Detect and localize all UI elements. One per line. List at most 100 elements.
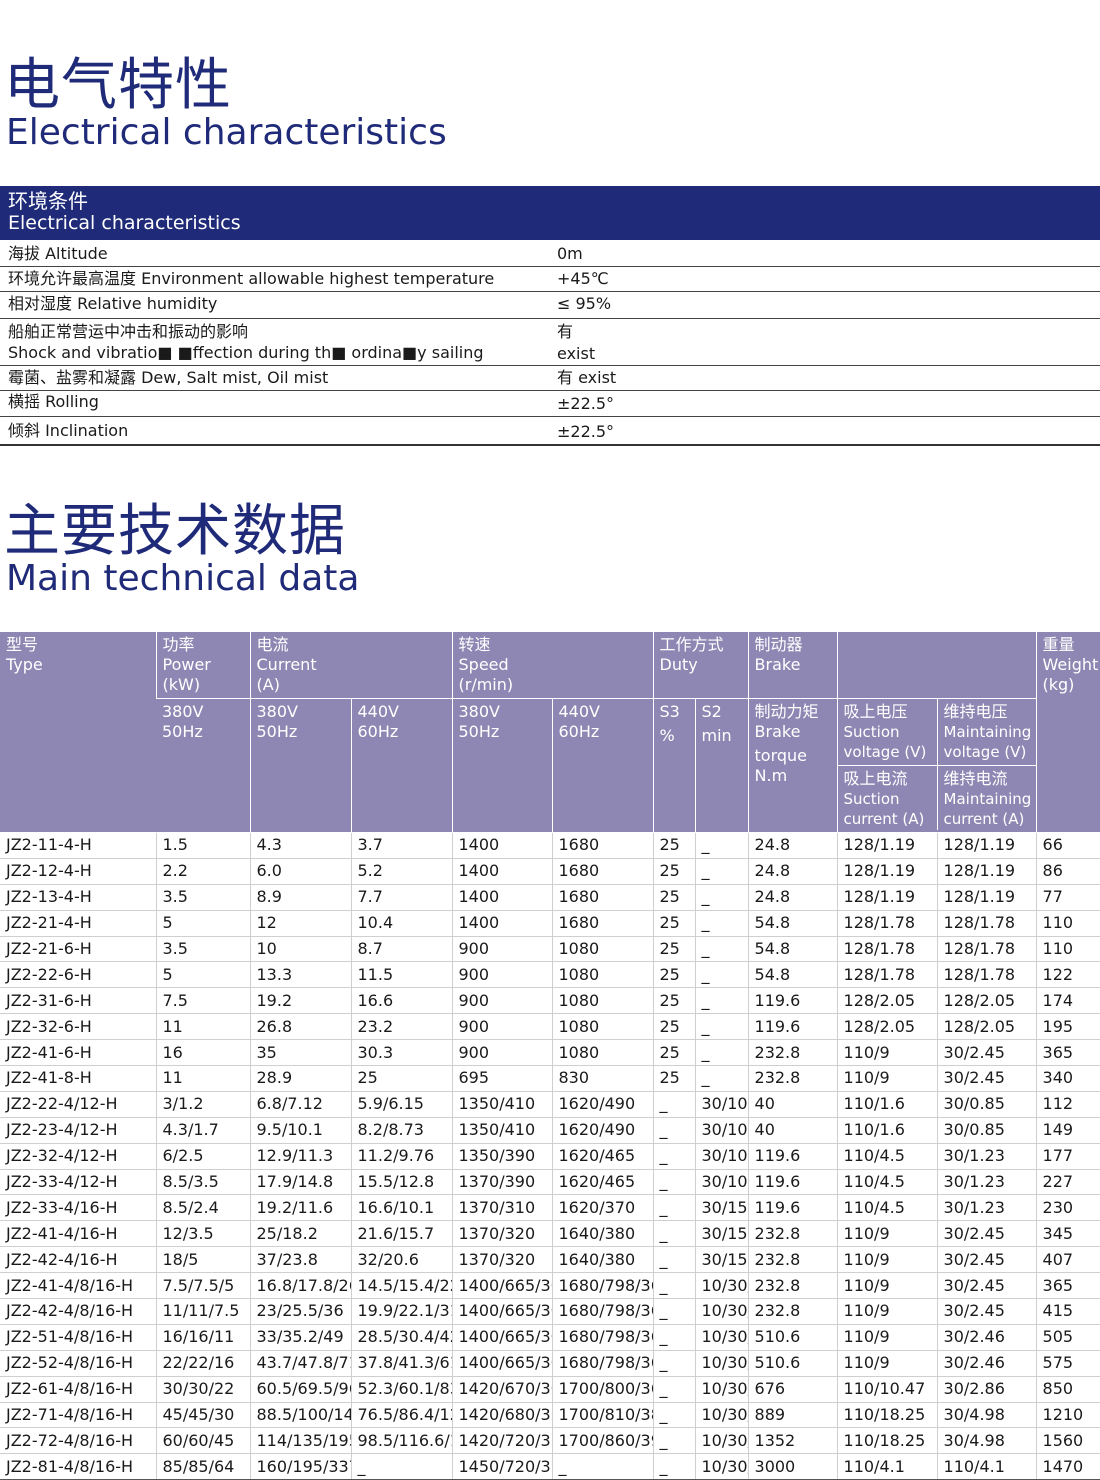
cell-current-440: 14.5/15.4/22.5 bbox=[350, 1272, 452, 1300]
cell-speed-440: 1620/465 bbox=[551, 1169, 653, 1196]
cell-current-440: 5.2 bbox=[350, 858, 452, 885]
cell-weight: 365 bbox=[1035, 1272, 1100, 1300]
cell-maintaining: 30/2.46 bbox=[936, 1350, 1037, 1377]
cell-duty-s3: 25 bbox=[652, 832, 695, 859]
cell-weight: 227 bbox=[1035, 1169, 1100, 1196]
cell-type: JZ2-41-4/16-H bbox=[0, 1220, 156, 1248]
cell-maintaining: 30/1.23 bbox=[936, 1169, 1037, 1196]
section-title-en: Main technical data bbox=[6, 558, 360, 599]
cell-brake-torque: 40 bbox=[747, 1117, 838, 1144]
cell-duty-s3: _ bbox=[652, 1117, 695, 1144]
table-row: JZ2-22-4/12-H 3/1.2 6.8/7.12 5.9/6.15 1350/4… bbox=[0, 1091, 1100, 1118]
cell-speed-440: 1640/380 bbox=[551, 1220, 653, 1248]
cell-maintaining: 128/2.05 bbox=[936, 1013, 1037, 1041]
cell-duty-s2: _ bbox=[694, 858, 749, 885]
cell-brake-torque: 232.8 bbox=[747, 1220, 838, 1248]
cell-weight: 340 bbox=[1035, 1065, 1100, 1092]
env-value: ±22.5° bbox=[557, 422, 615, 441]
cell-suction: 110/4.5 bbox=[836, 1143, 938, 1170]
cell-speed-380: 1370/390 bbox=[451, 1169, 552, 1196]
cell-speed-380: 1400/665/300 bbox=[451, 1298, 552, 1325]
cell-current-440: 11.2/9.76 bbox=[350, 1143, 452, 1170]
cell-duty-s3: _ bbox=[652, 1091, 695, 1118]
header-maintaining-current: 维持电流 Maintaining current (A) bbox=[936, 766, 1036, 830]
cell-brake-torque: 232.8 bbox=[747, 1065, 838, 1092]
cell-speed-440: 1680/798/360 bbox=[551, 1324, 653, 1351]
cell-current-380: 114/135/195 bbox=[249, 1427, 351, 1455]
cell-duty-s2: 10/30/5 bbox=[694, 1427, 749, 1455]
cell-duty-s2: 10/30/5 bbox=[694, 1324, 749, 1351]
cell-maintaining: 30/1.23 bbox=[936, 1194, 1037, 1222]
cell-suction: 110/9 bbox=[836, 1039, 938, 1067]
cell-suction: 110/1.6 bbox=[836, 1117, 938, 1144]
cell-weight: 110 bbox=[1035, 936, 1100, 963]
cell-maintaining: 30/2.46 bbox=[936, 1324, 1037, 1351]
table-row: JZ2-41-4/16-H 12/3.5 25/18.2 21.6/15.7 1370/… bbox=[0, 1220, 1100, 1248]
cell-weight: 149 bbox=[1035, 1117, 1100, 1144]
cell-duty-s2: 30/10 bbox=[694, 1091, 749, 1118]
cell-type: JZ2-71-4/8/16-H bbox=[0, 1402, 156, 1429]
cell-duty-s3: 25 bbox=[652, 936, 695, 963]
header-current-440: 440V 60Hz bbox=[350, 698, 452, 833]
cell-power: 12/3.5 bbox=[155, 1220, 250, 1248]
cell-weight: 110 bbox=[1035, 910, 1100, 937]
cell-speed-440: 1700/860/390 bbox=[551, 1427, 653, 1455]
cell-maintaining: 30/4.98 bbox=[936, 1402, 1037, 1429]
env-label-en: Shock and vibratio■ ■ffection during th■… bbox=[8, 343, 484, 362]
cell-weight: 66 bbox=[1035, 832, 1100, 859]
cell-maintaining: 128/2.05 bbox=[936, 987, 1037, 1015]
cell-duty-s2: 30/15 bbox=[694, 1220, 749, 1248]
cell-maintaining: 128/1.19 bbox=[936, 858, 1037, 885]
cell-speed-440: 1620/465 bbox=[551, 1143, 653, 1170]
cell-duty-s2: 10/30/5 bbox=[694, 1272, 749, 1300]
cell-speed-380: 1400/665/300 bbox=[451, 1350, 552, 1377]
cell-current-440: 23.2 bbox=[350, 1013, 452, 1041]
cell-speed-380: 1400 bbox=[451, 884, 552, 911]
cell-current-380: 13.3 bbox=[249, 961, 351, 989]
cell-speed-380: 900 bbox=[451, 961, 552, 989]
header-power: 功率 Power (kW) bbox=[155, 632, 250, 699]
cell-maintaining: 30/0.85 bbox=[936, 1117, 1037, 1144]
cell-maintaining: 128/1.78 bbox=[936, 936, 1037, 963]
cell-maintaining: 30/1.23 bbox=[936, 1143, 1037, 1170]
env-value: 0m bbox=[557, 244, 583, 263]
env-label: 横摇 Rolling bbox=[8, 392, 99, 411]
cell-speed-440: 1680/798/360 bbox=[551, 1298, 653, 1325]
cell-duty-s3: 25 bbox=[652, 858, 695, 885]
cell-power: 11/11/7.5 bbox=[155, 1298, 250, 1325]
cell-brake-torque: 24.8 bbox=[747, 858, 838, 885]
cell-speed-380: 1350/410 bbox=[451, 1091, 552, 1118]
cell-weight: 112 bbox=[1035, 1091, 1100, 1118]
cell-current-380: 60.5/69.5/96 bbox=[249, 1376, 351, 1403]
cell-current-380: 8.9 bbox=[249, 884, 351, 911]
header-weight: 重量 Weight (kg) bbox=[1035, 632, 1100, 833]
table-row: JZ2-13-4-H 3.5 8.9 7.7 1400 1680 25 _ 24.8 128/1.… bbox=[0, 884, 1100, 911]
table-row: JZ2-41-8-H 11 28.9 25 695 830 25 _ 232.8 110/9 30/… bbox=[0, 1065, 1100, 1092]
cell-duty-s2: 30/10 bbox=[694, 1117, 749, 1144]
cell-speed-440: 830 bbox=[551, 1065, 653, 1092]
cell-duty-s3: 25 bbox=[652, 910, 695, 937]
cell-current-440: 16.6/10.1 bbox=[350, 1194, 452, 1222]
cell-suction: 110/9 bbox=[836, 1324, 938, 1351]
cell-current-380: 12 bbox=[249, 910, 351, 937]
cell-power: 2.2 bbox=[155, 858, 250, 885]
cell-current-440: 30.3 bbox=[350, 1039, 452, 1067]
cell-maintaining: 30/0.85 bbox=[936, 1091, 1037, 1118]
cell-current-380: 28.9 bbox=[249, 1065, 351, 1092]
table-row: JZ2-33-4/12-H 8.5/3.5 17.9/14.8 15.5/12.8 13… bbox=[0, 1169, 1100, 1196]
cell-duty-s2: _ bbox=[694, 961, 749, 989]
cell-weight: 174 bbox=[1035, 987, 1100, 1015]
cell-power: 8.5/2.4 bbox=[155, 1194, 250, 1222]
env-value: +45℃ bbox=[557, 269, 609, 288]
cell-type: JZ2-81-4/8/16-H bbox=[0, 1453, 156, 1480]
header-s3: S3% bbox=[652, 698, 695, 833]
cell-brake-torque: 54.8 bbox=[747, 910, 838, 937]
cell-duty-s2: 10/30/5 bbox=[694, 1376, 749, 1403]
table-row: JZ2-42-4/16-H 18/5 37/23.8 32/20.6 1370/320 1… bbox=[0, 1246, 1100, 1274]
cell-current-440: 5.9/6.15 bbox=[350, 1091, 452, 1118]
cell-weight: 850 bbox=[1035, 1376, 1100, 1403]
cell-weight: 195 bbox=[1035, 1013, 1100, 1041]
cell-brake-torque: 119.6 bbox=[747, 1013, 838, 1041]
header-type: 型号 Type bbox=[0, 632, 156, 833]
table-row: JZ2-51-4/8/16-H 16/16/11 33/35.2/49 28.5/30… bbox=[0, 1324, 1100, 1351]
